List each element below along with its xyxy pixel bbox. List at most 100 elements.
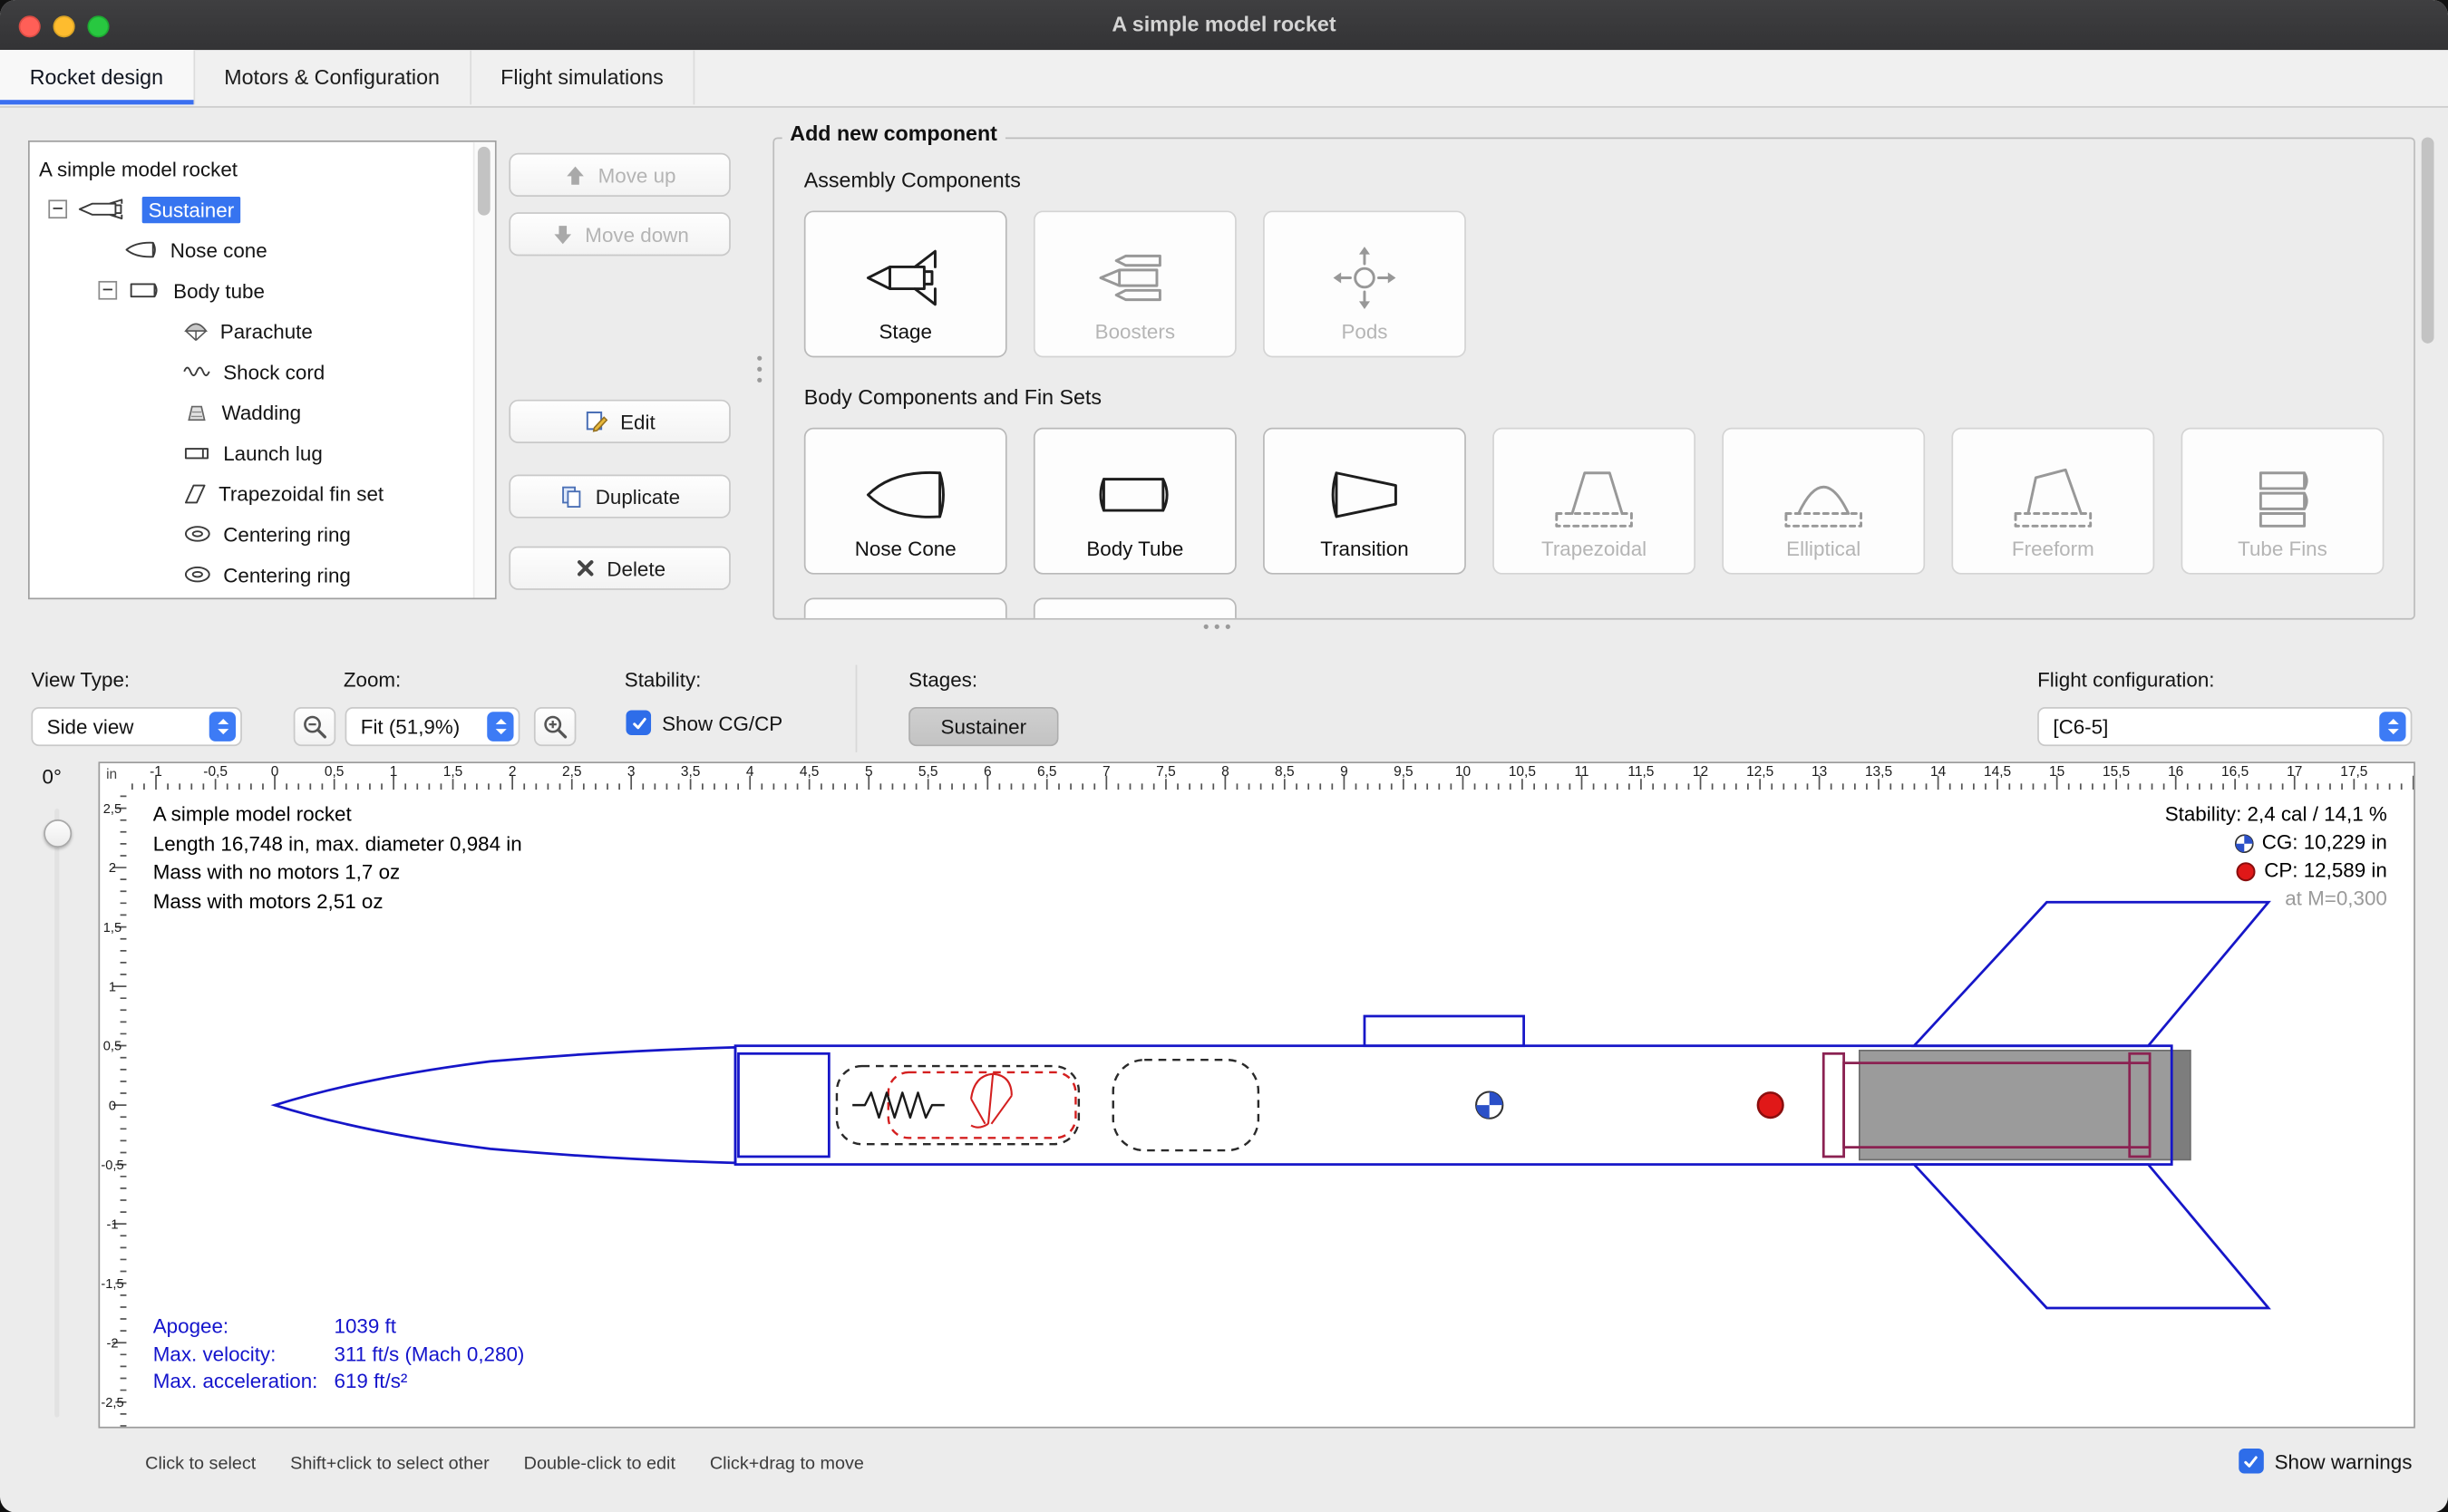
stage-icon bbox=[862, 238, 949, 316]
delete-button[interactable]: Delete bbox=[509, 547, 731, 590]
cg-marker bbox=[1476, 1091, 1502, 1118]
zoom-dropdown[interactable]: Fit (51,9%) bbox=[345, 707, 520, 746]
tree-item-launch-lug[interactable]: Launch lug bbox=[30, 432, 495, 473]
tree-item-parachute[interactable]: Parachute bbox=[30, 311, 495, 352]
tree-item-a-simple-model-rocket[interactable]: A simple model rocket bbox=[30, 149, 495, 189]
expander-minus-icon[interactable] bbox=[98, 281, 117, 300]
centering-ring-icon bbox=[182, 564, 212, 586]
move-down-button: Move down bbox=[509, 212, 731, 256]
tab-rocket-design[interactable]: Rocket design bbox=[0, 50, 194, 104]
tree-item-label: Body tube bbox=[173, 278, 265, 302]
tree-item-label: Nose cone bbox=[170, 238, 267, 262]
component-button-transition[interactable]: Transition bbox=[1263, 428, 1466, 575]
tab-flight-simulations[interactable]: Flight simulations bbox=[471, 50, 695, 104]
show-cgcp-checkbox[interactable] bbox=[626, 710, 651, 735]
parachute-outline[interactable] bbox=[889, 1072, 1076, 1138]
tree-item-centering-ring[interactable]: Centering ring bbox=[30, 554, 495, 595]
component-button-label: Body Tube bbox=[1086, 537, 1183, 560]
cp-marker bbox=[1758, 1092, 1783, 1118]
tree-item-shock-cord[interactable]: Shock cord bbox=[30, 351, 495, 392]
component-button-clipped[interactable] bbox=[1034, 598, 1237, 620]
motor-end[interactable] bbox=[2171, 1051, 2191, 1160]
flight-data-readout: Apogee:1039 ft Max. velocity:311 ft/s (M… bbox=[153, 1313, 525, 1394]
rotation-slider-knob[interactable] bbox=[44, 819, 72, 848]
delete-x-icon bbox=[574, 557, 596, 579]
add-panel-scrollbar-thumb[interactable] bbox=[2422, 138, 2434, 344]
nose-cone-outline[interactable] bbox=[275, 1047, 735, 1162]
launch-lug[interactable] bbox=[1365, 1016, 1524, 1046]
rocket-design-canvas[interactable]: in -1-0,500,511,522,533,544,555,566,577,… bbox=[98, 761, 2414, 1428]
tree-item-label: Centering ring bbox=[223, 522, 351, 546]
show-cgcp-label: Show CG/CP bbox=[662, 711, 782, 734]
stability-readout: Stability: 2,4 cal / 14,1 % CG: 10,229 i… bbox=[2165, 800, 2387, 913]
dropdown-stepper-icon[interactable] bbox=[209, 712, 236, 741]
add-component-title: Add new component bbox=[782, 121, 1005, 145]
dropdown-stepper-icon[interactable] bbox=[2379, 712, 2405, 741]
wadding-icon bbox=[182, 402, 210, 422]
tree-item-centering-ring[interactable]: Centering ring bbox=[30, 514, 495, 555]
stage-toggle-sustainer[interactable]: Sustainer bbox=[908, 707, 1058, 746]
component-button-body-tube[interactable]: Body Tube bbox=[1034, 428, 1237, 575]
centering-ring-forward[interactable] bbox=[1823, 1053, 1843, 1157]
zoom-out-button[interactable] bbox=[294, 707, 335, 746]
tree-item-trapezoidal-fin-set[interactable]: Trapezoidal fin set bbox=[30, 473, 495, 514]
launch-lug-icon bbox=[182, 443, 212, 462]
component-button-label: Nose Cone bbox=[855, 537, 957, 560]
tree-item-label: Parachute bbox=[220, 319, 313, 343]
tree-item-label: A simple model rocket bbox=[39, 157, 238, 180]
vertical-splitter-grip[interactable] bbox=[757, 356, 762, 383]
tube-fins-icon bbox=[2239, 456, 2326, 534]
tab-motors-configuration[interactable]: Motors & Configuration bbox=[194, 50, 471, 104]
nose-shoulder[interactable] bbox=[738, 1053, 829, 1157]
add-panel-scrollbar bbox=[2422, 132, 2435, 616]
interaction-hints: Click to select Shift+click to select ot… bbox=[145, 1455, 864, 1474]
component-button-pods: Pods bbox=[1263, 210, 1466, 357]
edit-button[interactable]: Edit bbox=[509, 400, 731, 443]
expander-minus-icon[interactable] bbox=[48, 199, 67, 218]
centering-ring-icon bbox=[182, 523, 212, 545]
tree-item-body-tube[interactable]: Body tube bbox=[30, 270, 495, 311]
tree-scrollbar-thumb[interactable] bbox=[478, 147, 491, 216]
elliptical-fin-icon bbox=[1780, 456, 1867, 534]
tree-item-wadding[interactable]: Wadding bbox=[30, 392, 495, 432]
section-label-body-components-and-fin-sets: Body Components and Fin Sets bbox=[804, 385, 2414, 409]
tree-item-nose-cone[interactable]: Nose cone bbox=[30, 229, 495, 270]
component-button-tube-fins: Tube Fins bbox=[2181, 428, 2385, 575]
view-type-dropdown[interactable]: Side view bbox=[31, 707, 241, 746]
tree-item-label: Wadding bbox=[222, 401, 302, 424]
stability-text: Stability: 2,4 cal / 14,1 % bbox=[2165, 800, 2387, 829]
duplicate-button[interactable]: Duplicate bbox=[509, 474, 731, 518]
flight-config-label: Flight configuration: bbox=[2037, 668, 2214, 692]
main-tabbar: Rocket designMotors & ConfigurationFligh… bbox=[0, 50, 2448, 108]
fin-lower[interactable] bbox=[1914, 1165, 2268, 1308]
show-warnings-checkbox[interactable] bbox=[2239, 1449, 2264, 1474]
dropdown-stepper-icon[interactable] bbox=[487, 712, 513, 741]
stages-label: Stages: bbox=[908, 668, 977, 692]
tree-item-label: Shock cord bbox=[223, 360, 325, 383]
shock-cord-spring[interactable] bbox=[852, 1092, 945, 1118]
component-button-clipped[interactable] bbox=[804, 598, 1007, 620]
tree-scrollbar bbox=[473, 142, 495, 598]
component-button-trapezoidal: Trapezoidal bbox=[1492, 428, 1695, 575]
cg-text: CG: 10,229 in bbox=[2262, 829, 2387, 857]
horizontal-splitter-grip[interactable] bbox=[1204, 625, 1230, 629]
parachute-icon bbox=[182, 320, 209, 342]
tree-item-sustainer[interactable]: Sustainer bbox=[30, 189, 495, 229]
fin-upper[interactable] bbox=[1914, 902, 2268, 1045]
wadding-outline[interactable] bbox=[1113, 1060, 1258, 1150]
parachute-glyph[interactable] bbox=[971, 1074, 1012, 1128]
body-tube-icon bbox=[128, 281, 162, 300]
component-button-stage[interactable]: Stage bbox=[804, 210, 1007, 357]
cp-icon bbox=[2236, 861, 2256, 881]
component-button-label: Trapezoidal bbox=[1541, 537, 1647, 560]
shock-cord-outline[interactable] bbox=[837, 1066, 1079, 1144]
bodytube-icon bbox=[1092, 456, 1179, 534]
shock-cord-icon bbox=[182, 362, 212, 381]
tree-item-label: Sustainer bbox=[142, 196, 240, 222]
flight-config-dropdown[interactable]: [C6-5] bbox=[2037, 707, 2412, 746]
motor[interactable] bbox=[1860, 1051, 2171, 1160]
component-button-nose-cone[interactable]: Nose Cone bbox=[804, 428, 1007, 575]
window-title: A simple model rocket bbox=[0, 0, 2448, 50]
nose-cone-icon bbox=[125, 240, 160, 259]
zoom-in-button[interactable] bbox=[534, 707, 576, 746]
